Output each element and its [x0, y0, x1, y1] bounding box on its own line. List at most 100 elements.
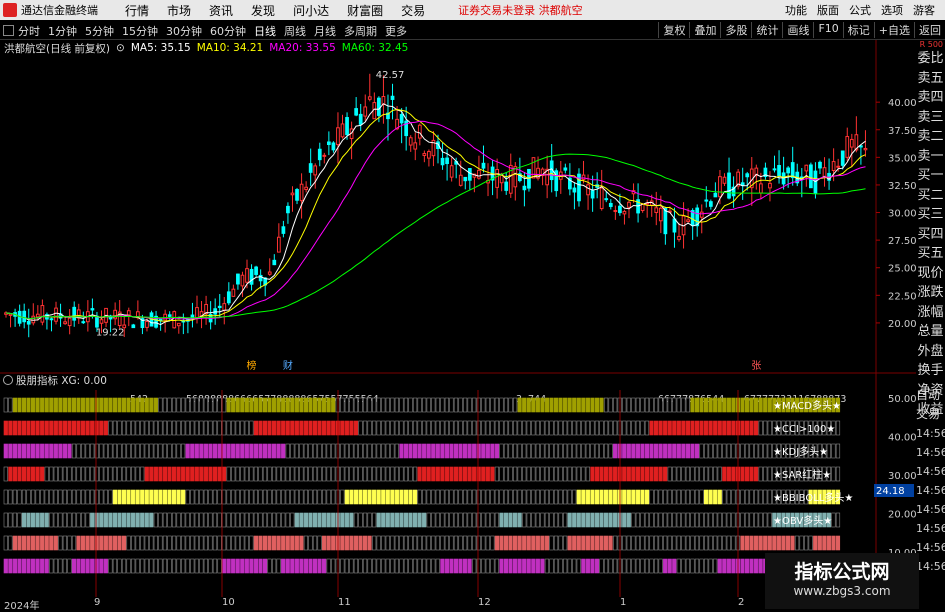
period-1min[interactable]: 1分钟: [48, 23, 77, 39]
guest-label[interactable]: 游客: [913, 2, 935, 18]
signal-cell: [281, 489, 286, 505]
signal-cell: [685, 466, 691, 482]
signal-cell: [513, 535, 518, 551]
signal-cell: [244, 443, 249, 459]
signal-cell: [285, 466, 290, 482]
overlay-button[interactable]: 叠加: [689, 22, 720, 38]
signal-cell: [749, 535, 754, 551]
signal-cell: [658, 443, 663, 459]
signal-cell: [713, 443, 718, 459]
candle-body: [367, 96, 372, 100]
signal-cell: [608, 558, 613, 574]
period-30min[interactable]: 30分钟: [166, 23, 202, 39]
adjust-button[interactable]: 复权: [658, 22, 689, 38]
signal-cell: [121, 558, 127, 574]
signal-cell: [326, 512, 331, 528]
signal-cell: [422, 466, 427, 482]
signal-cell: [749, 397, 754, 413]
menu-function[interactable]: 功能: [785, 2, 807, 18]
signal-cell: [435, 512, 440, 528]
f10-button[interactable]: F10: [813, 22, 842, 38]
trade-label[interactable]: 交易: [916, 405, 945, 424]
menu-ask[interactable]: 问小达: [293, 2, 329, 19]
signal-cell: [49, 558, 54, 574]
signal-cell: [640, 466, 645, 482]
kline-chart[interactable]: 42.5719.22榜财张 40.0037.5035.0032.5030.002…: [0, 40, 916, 609]
menu-layout[interactable]: 版面: [817, 2, 839, 18]
signal-cell: [440, 558, 445, 574]
signal-cell: [221, 512, 227, 528]
menu-market[interactable]: 市场: [167, 2, 191, 19]
signal-cell: [590, 443, 595, 459]
menu-formula[interactable]: 公式: [849, 2, 871, 18]
signal-cell: [476, 512, 481, 528]
mark-button[interactable]: 标记: [842, 22, 874, 38]
trade-label[interactable]: 自动: [916, 386, 945, 405]
sub-tick-label: 20.00: [888, 510, 916, 521]
period-5min[interactable]: 5分钟: [85, 23, 114, 39]
signal-cell: [376, 558, 381, 574]
menu-options[interactable]: 选项: [881, 2, 903, 18]
multi-stock-button[interactable]: 多股: [720, 22, 751, 38]
menu-quotes[interactable]: 行情: [125, 2, 149, 19]
signal-cell: [594, 535, 600, 551]
period-more[interactable]: 更多: [385, 23, 407, 39]
period-60min[interactable]: 60分钟: [210, 23, 246, 39]
settings-icon[interactable]: ⊙: [116, 42, 125, 54]
stats-button[interactable]: 统计: [751, 22, 782, 38]
signal-cell: [103, 558, 108, 574]
signal-cell: [199, 443, 204, 459]
signal-cell: [449, 512, 454, 528]
signal-cell: [490, 558, 495, 574]
menu-wealth[interactable]: 财富圈: [347, 2, 383, 19]
signal-cell: [385, 420, 390, 436]
signal-cell: [303, 558, 309, 574]
menu-news[interactable]: 资讯: [209, 2, 233, 19]
signal-cell: [508, 512, 513, 528]
period-intraday[interactable]: 分时: [18, 23, 40, 39]
period-weekly[interactable]: 周线: [284, 23, 306, 39]
indicator-settings-icon[interactable]: [3, 375, 13, 385]
period-multi[interactable]: 多周期: [344, 23, 377, 39]
signal-cell: [631, 535, 636, 551]
period-daily[interactable]: 日线: [254, 23, 276, 39]
add-watchlist-button[interactable]: +自选: [873, 22, 914, 38]
signal-cell: [526, 512, 531, 528]
menu-discover[interactable]: 发现: [251, 2, 275, 19]
signal-cell: [640, 512, 645, 528]
signal-cell: [17, 420, 22, 436]
signal-cell: [267, 443, 272, 459]
signal-cell: [685, 512, 691, 528]
signal-cell: [303, 466, 309, 482]
signal-cell: [231, 397, 236, 413]
toggle-icon[interactable]: [3, 25, 14, 36]
x-axis-label: 10: [222, 597, 235, 608]
signal-cell: [271, 466, 277, 482]
price-tick-label: 22.50: [888, 291, 916, 302]
signal-cell: [26, 397, 31, 413]
period-monthly[interactable]: 月线: [314, 23, 336, 39]
period-15min[interactable]: 15分钟: [122, 23, 158, 39]
signal-cell: [749, 489, 754, 505]
signal-cell: [94, 466, 99, 482]
signal-cell: [367, 420, 372, 436]
draw-line-button[interactable]: 画线: [782, 22, 813, 38]
signal-cell: [249, 512, 254, 528]
signal-cell: [153, 535, 158, 551]
signal-cell: [467, 489, 472, 505]
signal-cell: [599, 512, 604, 528]
signal-cell: [240, 535, 245, 551]
quote-label: 涨幅: [917, 304, 944, 320]
signal-cell: [453, 489, 459, 505]
signal-cell: [212, 558, 218, 574]
signal-cell: [635, 535, 640, 551]
signal-cell: [767, 512, 772, 528]
menu-trade[interactable]: 交易: [401, 2, 425, 19]
signal-cell: [713, 512, 718, 528]
signal-cell: [44, 512, 49, 528]
x-axis-label: 12: [478, 597, 491, 608]
signal-cell: [435, 420, 440, 436]
signal-cell: [240, 558, 245, 574]
back-button[interactable]: 返回: [914, 22, 945, 38]
signal-cell: [303, 535, 309, 551]
